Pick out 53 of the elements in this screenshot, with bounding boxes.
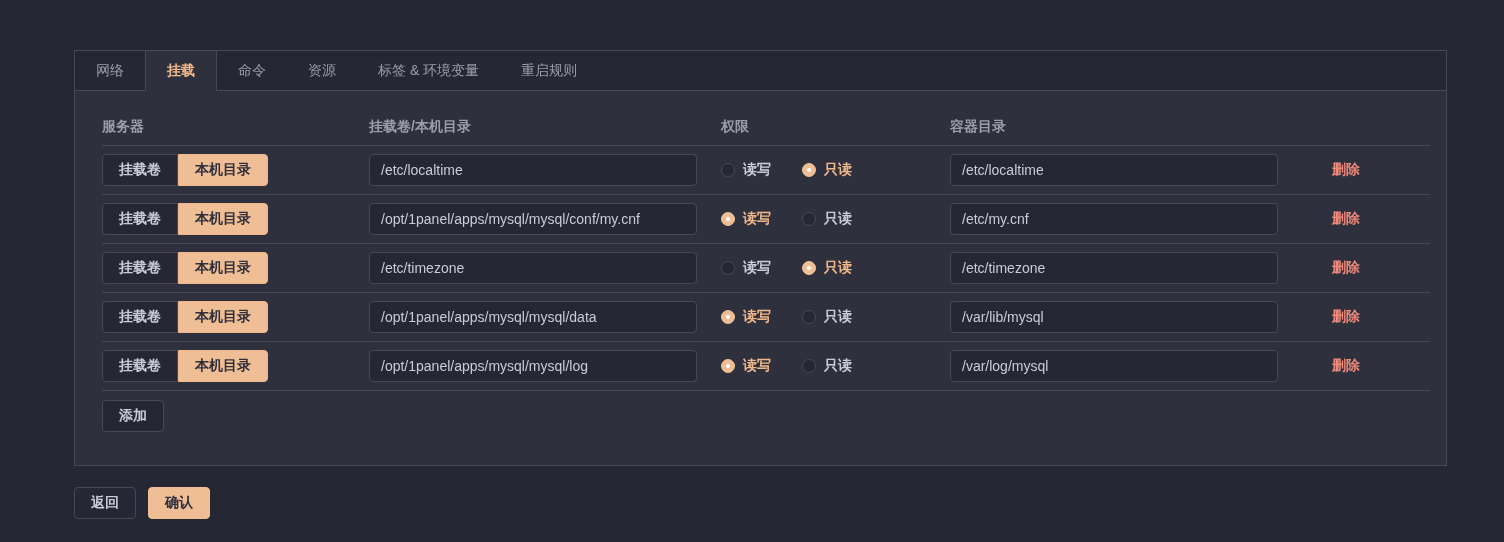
host-path-field[interactable]: /opt/1panel/apps/mysql/mysql/conf/my.cnf	[369, 203, 697, 235]
container-path-field[interactable]: /etc/localtime	[950, 154, 1278, 186]
tab[interactable]: 挂载	[145, 51, 217, 91]
source-toggle-button[interactable]: 挂载卷	[102, 203, 178, 235]
radio-label[interactable]: 读写	[743, 357, 771, 375]
container-path-field[interactable]: /var/lib/mysql	[950, 301, 1278, 333]
tab[interactable]: 命令	[217, 51, 287, 90]
container-path-field[interactable]: /etc/my.cnf	[950, 203, 1278, 235]
source-toggle-button[interactable]: 挂载卷	[102, 350, 178, 382]
back-button[interactable]: 返回	[74, 487, 136, 519]
radio-label[interactable]: 读写	[743, 161, 771, 179]
delete-link[interactable]: 删除	[1332, 357, 1360, 375]
host-path-field[interactable]: /opt/1panel/apps/mysql/mysql/log	[369, 350, 697, 382]
radio-label[interactable]: 只读	[824, 161, 852, 179]
delete-link[interactable]: 删除	[1332, 210, 1360, 228]
tab[interactable]: 资源	[287, 51, 357, 90]
source-toggle-button[interactable]: 本机目录	[178, 252, 268, 284]
host-path-field[interactable]: /etc/timezone	[369, 252, 697, 284]
source-toggle-button[interactable]: 挂载卷	[102, 154, 178, 186]
radio-label[interactable]: 读写	[743, 308, 771, 326]
delete-link[interactable]: 删除	[1332, 308, 1360, 326]
column-header: 挂载卷/本机目录	[369, 118, 472, 136]
radio-label[interactable]: 只读	[824, 357, 852, 375]
source-toggle-button[interactable]: 本机目录	[178, 301, 268, 333]
column-header: 服务器	[102, 118, 145, 136]
column-header: 容器目录	[950, 118, 1007, 136]
radio-button[interactable]	[802, 310, 816, 324]
confirm-button[interactable]: 确认	[148, 487, 210, 519]
radio-label[interactable]: 只读	[824, 210, 852, 228]
radio-button[interactable]	[802, 212, 816, 226]
source-toggle-button[interactable]: 本机目录	[178, 154, 268, 186]
host-path-field[interactable]: /opt/1panel/apps/mysql/mysql/data	[369, 301, 697, 333]
container-path-field[interactable]: /var/log/mysql	[950, 350, 1278, 382]
delete-link[interactable]: 删除	[1332, 161, 1360, 179]
radio-label[interactable]: 只读	[824, 308, 852, 326]
radio-button[interactable]	[721, 163, 735, 177]
tab[interactable]: 网络	[75, 51, 145, 90]
column-header: 权限	[721, 118, 750, 136]
source-toggle-button[interactable]: 挂载卷	[102, 252, 178, 284]
radio-button[interactable]	[721, 261, 735, 275]
radio-label[interactable]: 读写	[743, 210, 771, 228]
source-toggle-button[interactable]: 本机目录	[178, 203, 268, 235]
host-path-field[interactable]: /etc/localtime	[369, 154, 697, 186]
delete-link[interactable]: 删除	[1332, 259, 1360, 277]
tab[interactable]: 重启规则	[500, 51, 599, 90]
container-path-field[interactable]: /etc/timezone	[950, 252, 1278, 284]
radio-button[interactable]	[802, 359, 816, 373]
radio-label[interactable]: 只读	[824, 259, 852, 277]
add-button[interactable]: 添加	[102, 400, 164, 432]
source-toggle-button[interactable]: 本机目录	[178, 350, 268, 382]
source-toggle-button[interactable]: 挂载卷	[102, 301, 178, 333]
tab[interactable]: 标签 & 环境变量	[357, 51, 501, 90]
radio-label[interactable]: 读写	[743, 259, 771, 277]
